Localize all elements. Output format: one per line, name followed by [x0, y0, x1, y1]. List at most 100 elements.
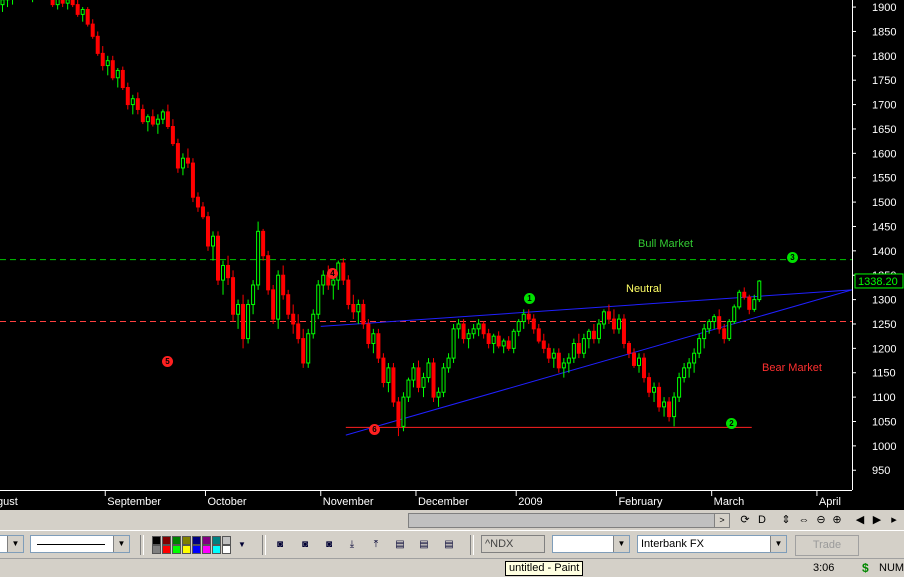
- refresh-icon[interactable]: ⟳: [738, 513, 752, 528]
- window-icon-1[interactable]: ▤: [392, 537, 408, 552]
- scroll-left-icon[interactable]: ◀: [853, 513, 867, 528]
- palette-swatch[interactable]: [162, 536, 171, 545]
- window-icon-3[interactable]: ▤: [441, 537, 457, 552]
- trade-button[interactable]: Trade: [795, 535, 859, 556]
- draw-tool-icon-3[interactable]: ◙: [321, 537, 337, 552]
- palette-swatch[interactable]: [172, 545, 181, 554]
- symbol-field[interactable]: ^NDX: [481, 535, 545, 553]
- palette-swatch[interactable]: [152, 545, 161, 554]
- candle-body: [757, 280, 762, 301]
- candle: [677, 372, 682, 402]
- color-palette[interactable]: [152, 536, 232, 554]
- candle: [647, 372, 652, 398]
- candle-body: [110, 60, 115, 79]
- candle: [120, 66, 125, 90]
- horizontal-scrollbar[interactable]: >: [408, 513, 730, 528]
- candle: [170, 119, 175, 147]
- time-axis[interactable]: gust September October November December 2009…: [0, 490, 852, 510]
- period-d-button[interactable]: D: [755, 513, 769, 528]
- zoom-in-icon[interactable]: ⊕: [830, 513, 844, 528]
- window-icon-2[interactable]: ▤: [416, 537, 432, 552]
- candle: [702, 323, 707, 349]
- candle: [105, 55, 110, 76]
- candle: [341, 258, 346, 285]
- candle: [12, 0, 14, 5]
- candle: [306, 328, 311, 368]
- time-tick-label: 2009: [518, 496, 542, 508]
- candle: [205, 211, 210, 251]
- zoom-horizontal-icon[interactable]: ⇔: [797, 513, 811, 528]
- palette-swatch[interactable]: [202, 536, 211, 545]
- scroll-right-end-icon[interactable]: ▶: [870, 513, 884, 528]
- candle-body: [155, 118, 160, 125]
- zoom-vertical-icon[interactable]: ⇕: [779, 513, 793, 528]
- candle: [501, 338, 506, 354]
- line-width-combo[interactable]: ▼: [0, 535, 24, 553]
- candle: [687, 358, 692, 378]
- palette-swatch[interactable]: [172, 536, 181, 545]
- time-tick-label: April: [819, 496, 841, 508]
- candle-body: [50, 0, 55, 6]
- last-price-label: 1338.20: [858, 276, 898, 288]
- status-numlock: NUM: [879, 562, 904, 574]
- candle-body: [496, 335, 501, 347]
- candle: [486, 328, 491, 349]
- candle-body: [476, 323, 481, 330]
- candle: [366, 319, 371, 349]
- upload-arrow-icon[interactable]: ⤒: [368, 537, 384, 552]
- candle-body: [596, 323, 601, 340]
- palette-swatch[interactable]: [192, 536, 201, 545]
- zoom-out-icon[interactable]: ⊖: [814, 513, 828, 528]
- candle: [581, 333, 586, 359]
- candle-body: [546, 347, 551, 359]
- candle-body: [376, 333, 381, 359]
- price-tick-label: 1100: [872, 392, 896, 404]
- candle: [516, 319, 521, 337]
- bottom-toolbar: ▼ ▼ ▼ ◙ ◙ ◙ ⤓ ⤒ ▤ ▤ ▤ ^NDX ▼ Interbank F…: [0, 530, 904, 559]
- palette-swatch[interactable]: [222, 545, 231, 554]
- chart-plot-area[interactable]: Bull Market Neutral Bear Market 1 2 3 4 …: [0, 0, 853, 490]
- scroll-right-icon[interactable]: >: [714, 514, 729, 527]
- candle-body: [341, 262, 346, 281]
- palette-swatch[interactable]: [202, 545, 211, 554]
- candle-body: [606, 311, 611, 320]
- scroll-end-icon[interactable]: ▸: [887, 513, 901, 528]
- palette-swatch[interactable]: [152, 536, 161, 545]
- candle-body: [120, 69, 125, 89]
- palette-swatch[interactable]: [182, 545, 191, 554]
- candle-body: [446, 357, 451, 369]
- price-tick-label: 1500: [872, 197, 896, 209]
- draw-tool-icon-1[interactable]: ◙: [272, 537, 288, 552]
- palette-swatch[interactable]: [212, 536, 221, 545]
- line-style-combo[interactable]: ▼: [30, 535, 130, 553]
- candle: [271, 284, 276, 324]
- candle-body: [466, 333, 471, 340]
- candle: [476, 319, 481, 337]
- palette-swatch[interactable]: [192, 545, 201, 554]
- price-axis[interactable]: 1900 1850 1800 1750 1700 1650 1600 1550 1500 1450…: [852, 0, 904, 490]
- candle-body: [90, 23, 95, 37]
- palette-swatch[interactable]: [222, 536, 231, 545]
- candle: [446, 353, 451, 373]
- provider-combo[interactable]: Interbank FX ▼: [637, 535, 787, 553]
- draw-tool-icon-2[interactable]: ◙: [297, 537, 313, 552]
- candle-body: [717, 316, 722, 330]
- download-arrow-icon[interactable]: ⤓: [344, 537, 360, 552]
- candle: [411, 362, 416, 388]
- palette-swatch[interactable]: [212, 545, 221, 554]
- upper-trendline: [320, 289, 853, 327]
- palette-swatch[interactable]: [182, 536, 191, 545]
- timeframe-combo[interactable]: ▼: [552, 535, 630, 553]
- candle-body: [571, 342, 576, 359]
- candle-body: [60, 0, 65, 4]
- candle-body: [667, 401, 672, 418]
- candle: [316, 280, 321, 320]
- palette-swatch[interactable]: [162, 545, 171, 554]
- candle: [566, 353, 571, 373]
- candle-body: [621, 318, 626, 344]
- candle: [391, 362, 396, 407]
- candle-body: [426, 362, 431, 379]
- candle: [65, 0, 70, 10]
- palette-dropdown-icon[interactable]: ▼: [234, 537, 250, 552]
- candle: [511, 328, 516, 354]
